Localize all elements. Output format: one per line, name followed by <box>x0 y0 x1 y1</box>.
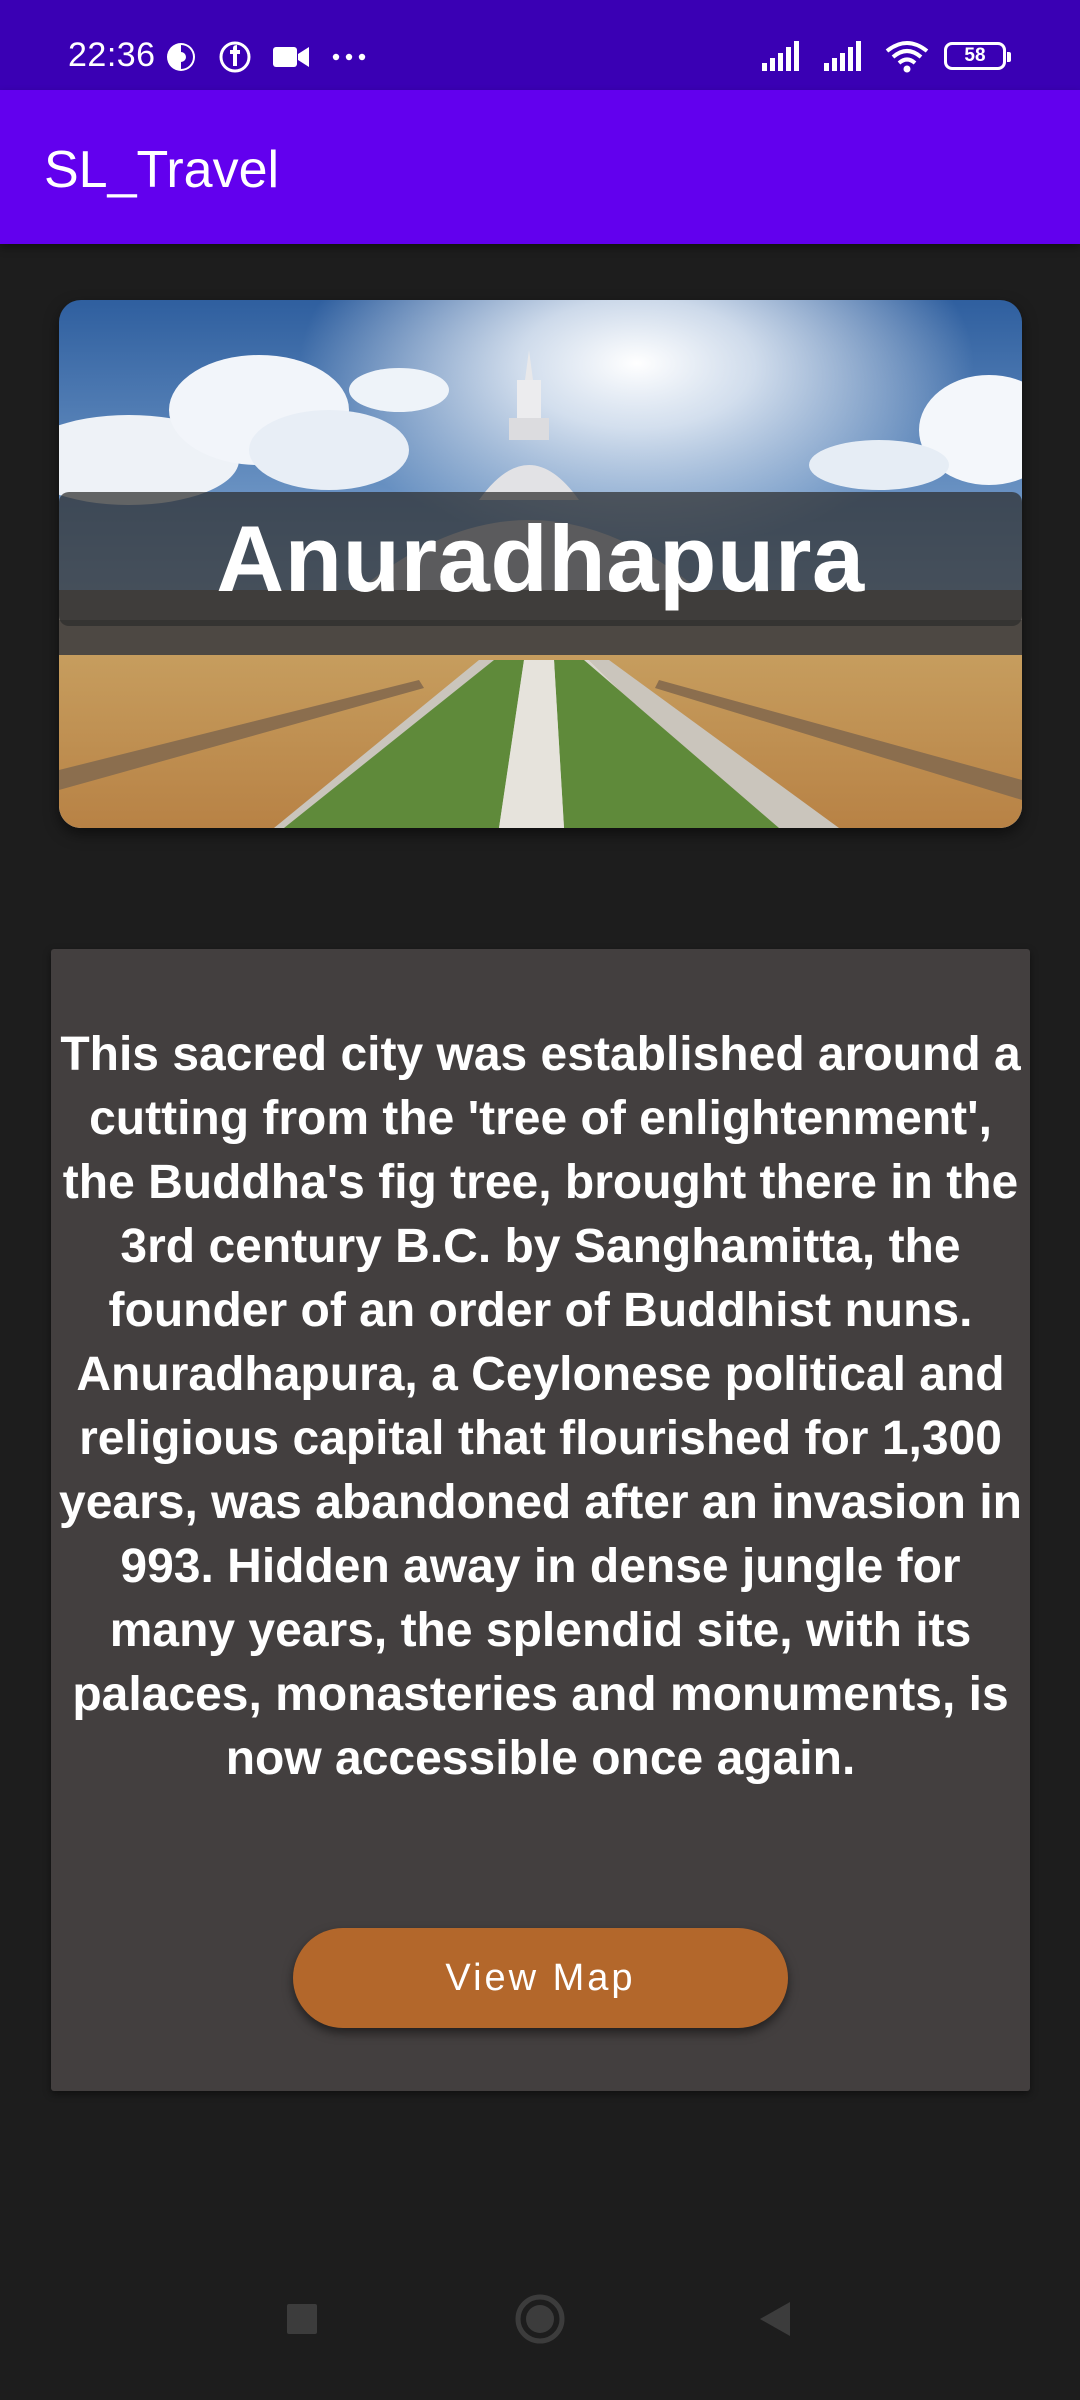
facebook-icon <box>218 40 252 74</box>
home-circle-icon[interactable] <box>510 2289 570 2349</box>
back-triangle-icon[interactable] <box>745 2289 805 2349</box>
wifi-icon <box>884 39 930 73</box>
signal-icon <box>822 39 870 73</box>
battery-icon: 58 <box>944 42 1011 70</box>
app-bar: SL_Travel <box>0 90 1080 244</box>
hero-title-band: Anuradhapura <box>59 492 1022 626</box>
description-card: This sacred city was established around … <box>51 949 1030 2091</box>
view-map-button[interactable]: View Map <box>293 1928 788 2028</box>
description-text: This sacred city was established around … <box>59 1028 1022 1785</box>
status-bar: 22:36 58 <box>0 0 1080 90</box>
status-time: 22:36 <box>68 36 156 74</box>
status-notification-icons <box>164 40 388 74</box>
app-title: SL_Travel <box>44 141 280 199</box>
recents-square-icon[interactable] <box>272 2289 332 2349</box>
screen: 22:36 58 SL_Travel Anuradhapura This sac… <box>0 0 1080 2400</box>
data-saver-icon <box>164 40 198 74</box>
hero-image-card: Anuradhapura <box>59 300 1022 828</box>
video-camera-icon <box>272 42 310 72</box>
hero-title: Anuradhapura <box>216 506 865 611</box>
signal-icon <box>760 39 808 73</box>
status-system-icons: 58 <box>746 36 1011 76</box>
more-dots-icon <box>330 42 368 72</box>
navigation-bar <box>0 2255 1080 2400</box>
